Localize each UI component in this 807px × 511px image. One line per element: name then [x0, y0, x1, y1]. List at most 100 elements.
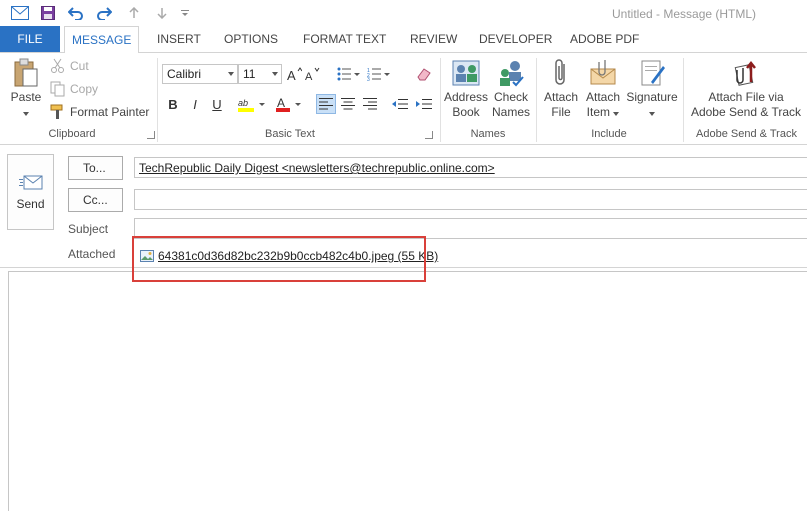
- ribbon: Paste Cut Copy Format Painter Clipboard …: [0, 52, 807, 145]
- svg-text:ab: ab: [238, 98, 248, 108]
- customize-toolbar-icon[interactable]: [178, 3, 192, 23]
- paperclip-icon: [555, 59, 565, 85]
- clipboard-icon: [14, 58, 38, 87]
- svg-text:A: A: [277, 96, 285, 110]
- send-envelope-icon: [18, 175, 42, 190]
- attachment-highlight-box: [132, 236, 426, 282]
- chevron-down-icon: [613, 112, 620, 116]
- highlight-color-button[interactable]: ab: [236, 94, 270, 114]
- attach-file-button[interactable]: Attach File: [541, 58, 581, 120]
- svg-text:A: A: [287, 68, 296, 81]
- arrow-up-icon[interactable]: [126, 3, 142, 23]
- grow-font-icon: A: [287, 67, 302, 81]
- align-left-button[interactable]: [316, 94, 336, 114]
- to-field[interactable]: TechRepublic Daily Digest <newsletters@t…: [134, 157, 807, 178]
- cut-button[interactable]: Cut: [50, 58, 89, 74]
- undo-icon[interactable]: [66, 3, 86, 23]
- ribbon-tabs: FILE MESSAGE INSERT OPTIONS FORMAT TEXT …: [0, 26, 807, 53]
- tab-message[interactable]: MESSAGE: [64, 26, 140, 53]
- signature-icon: [641, 60, 665, 86]
- tab-options[interactable]: OPTIONS: [224, 26, 278, 52]
- tab-review[interactable]: REVIEW: [410, 26, 457, 52]
- dialog-launcher-icon[interactable]: [147, 131, 155, 139]
- copy-button[interactable]: Copy: [50, 81, 98, 97]
- italic-button[interactable]: I: [186, 94, 204, 114]
- attach-item-label-2: Item: [586, 105, 610, 119]
- to-button[interactable]: To...: [68, 156, 123, 180]
- check-names-button[interactable]: Check Names: [489, 58, 533, 120]
- numbered-list-icon: 123: [367, 68, 390, 81]
- address-book-button[interactable]: Address Book: [443, 58, 489, 120]
- chevron-down-icon: [649, 112, 655, 116]
- svg-text:A: A: [305, 71, 313, 81]
- decrease-indent-icon: [392, 99, 408, 109]
- bold-button[interactable]: B: [164, 94, 182, 114]
- cut-label: Cut: [70, 59, 89, 73]
- clear-formatting-button[interactable]: [414, 64, 434, 84]
- send-label: Send: [16, 197, 45, 211]
- check-names-label-2: Names: [491, 105, 530, 119]
- save-icon[interactable]: [38, 3, 58, 23]
- send-button[interactable]: Send: [7, 154, 54, 230]
- bullets-button[interactable]: [336, 64, 362, 84]
- align-center-button[interactable]: [338, 94, 358, 114]
- tab-insert[interactable]: INSERT: [157, 26, 201, 52]
- group-separator: [536, 58, 537, 142]
- group-separator: [157, 58, 158, 142]
- include-group-label: Include: [591, 128, 627, 140]
- message-body-editor[interactable]: [8, 271, 807, 511]
- subject-label: Subject: [68, 222, 109, 236]
- copy-label: Copy: [70, 82, 99, 96]
- align-left-icon: [319, 98, 333, 110]
- numbering-button[interactable]: 123: [366, 64, 392, 84]
- cc-field[interactable]: [134, 189, 807, 210]
- signature-button[interactable]: Signature: [625, 58, 679, 120]
- attach-file-via-adobe-button[interactable]: Attach File via Adobe Send & Track: [688, 58, 804, 120]
- scissors-icon: [51, 58, 64, 73]
- tab-developer[interactable]: DEVELOPER: [479, 26, 552, 52]
- increase-indent-button[interactable]: [414, 94, 434, 114]
- adobe-send-track-icon: [734, 60, 756, 86]
- decrease-indent-button[interactable]: [390, 94, 410, 114]
- attach-file-label-1: Attach: [543, 90, 579, 104]
- chevron-down-icon: [228, 72, 234, 76]
- adobe-send-label-2: Adobe Send & Track: [690, 105, 802, 119]
- tab-file[interactable]: FILE: [0, 26, 60, 52]
- font-color-icon: A: [276, 96, 301, 112]
- arrow-down-icon[interactable]: [154, 3, 170, 23]
- format-painter-label: Format Painter: [70, 105, 150, 119]
- paste-button[interactable]: Paste: [6, 58, 46, 120]
- attach-item-button[interactable]: Attach Item: [583, 58, 623, 120]
- dialog-launcher-icon[interactable]: [425, 131, 433, 139]
- bullet-list-icon: [337, 67, 360, 81]
- align-center-icon: [341, 98, 355, 110]
- cc-button[interactable]: Cc...: [68, 188, 123, 212]
- address-book-icon: [452, 60, 480, 86]
- check-names-icon: [500, 61, 524, 87]
- signature-label: Signature: [626, 90, 678, 104]
- adobe-send-label-1: Attach File via: [708, 90, 784, 104]
- paintbrush-icon: [50, 104, 63, 119]
- eraser-icon: [417, 68, 431, 81]
- tab-adobe-pdf[interactable]: ADOBE PDF: [570, 26, 639, 52]
- tab-format-text[interactable]: FORMAT TEXT: [303, 26, 386, 52]
- envelope-attach-icon: [590, 60, 616, 85]
- font-size-combo[interactable]: 11: [238, 64, 282, 84]
- grow-font-button[interactable]: A: [286, 64, 302, 84]
- font-name-combo[interactable]: Calibri: [162, 64, 238, 84]
- redo-icon[interactable]: [94, 3, 114, 23]
- recipient-chip[interactable]: TechRepublic Daily Digest <newsletters@t…: [139, 161, 495, 175]
- shrink-font-button[interactable]: A: [304, 64, 320, 84]
- highlighter-icon: ab: [238, 98, 265, 112]
- attach-item-label-1: Attach: [585, 90, 621, 104]
- group-separator: [440, 58, 441, 142]
- copy-icon: [50, 81, 65, 97]
- attach-file-label-2: File: [551, 105, 571, 119]
- title-bar: Untitled - Message (HTML): [0, 0, 807, 26]
- align-right-button[interactable]: [360, 94, 380, 114]
- chevron-down-icon: [272, 72, 278, 76]
- underline-button[interactable]: U: [208, 94, 226, 114]
- font-name-value: Calibri: [167, 67, 202, 81]
- font-color-button[interactable]: A: [274, 94, 308, 114]
- format-painter-button[interactable]: Format Painter: [50, 104, 149, 120]
